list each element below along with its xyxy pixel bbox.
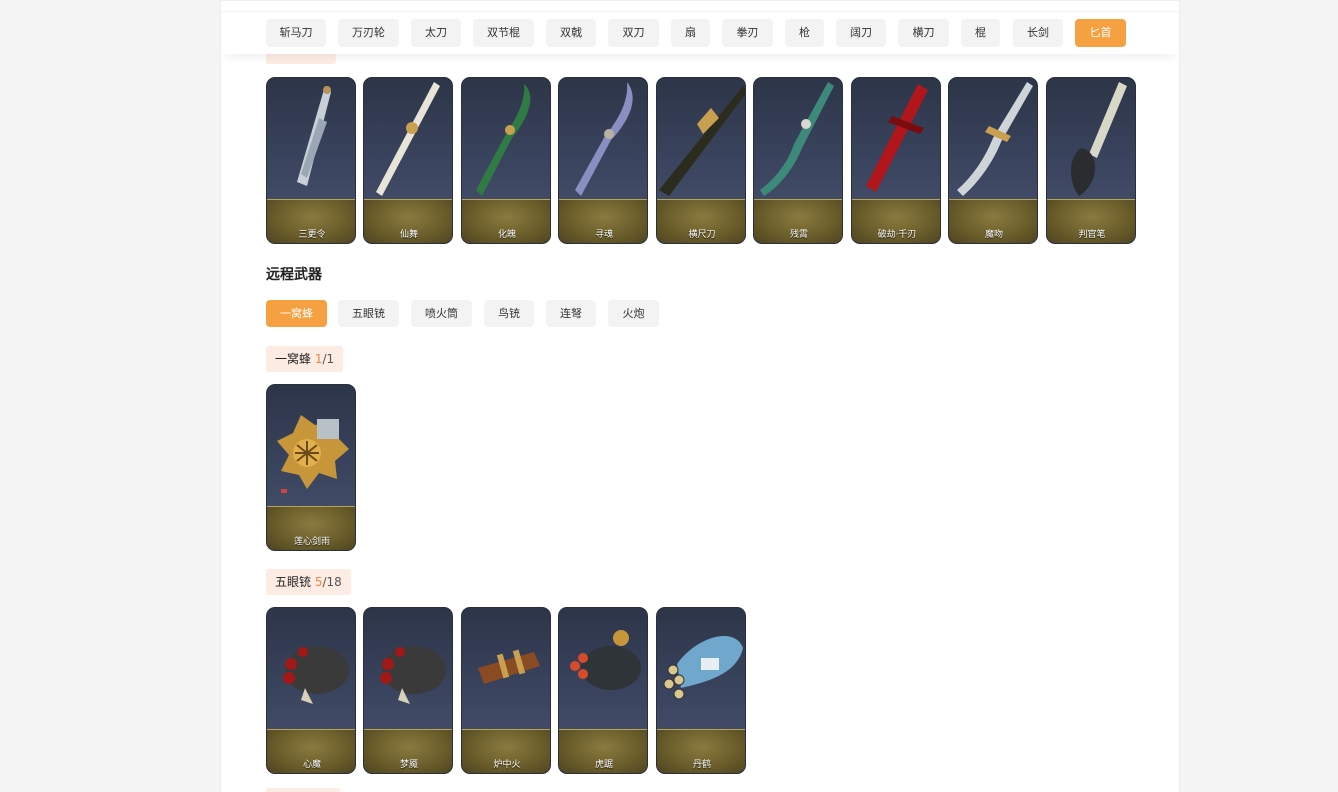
weapon-name: 虎踞 (594, 760, 613, 770)
divider (221, 11, 1179, 12)
tab-shuangdao[interactable]: 双刀 (608, 19, 659, 47)
tab-zhanmadao[interactable]: 斩马刀 (266, 19, 326, 47)
weapon-name: 魔吻 (984, 230, 1003, 240)
dagger-image (297, 86, 331, 186)
tab-penhuotong[interactable]: 喷火筒 (411, 300, 472, 327)
dagger-image (866, 84, 928, 192)
dagger-image (476, 84, 531, 196)
weapon-card[interactable]: 寻魂 (558, 77, 648, 244)
ranged-weapon-image (277, 415, 349, 493)
tab-changjian[interactable]: 长剑 (1013, 19, 1063, 47)
dagger-image (659, 86, 745, 196)
tab-gun[interactable]: 棍 (961, 19, 1000, 47)
tab-kuodao[interactable]: 阔刀 (836, 19, 886, 47)
weapon-card[interactable]: 虎踞 (558, 607, 648, 774)
weapon-card[interactable]: 莲心剑雨 (266, 384, 356, 551)
group-name: 一窝蜂 (275, 352, 312, 366)
dagger-image (376, 82, 440, 196)
ranged-weapon-image (283, 646, 349, 704)
next-group-label (266, 788, 340, 792)
tab-quanren[interactable]: 拳刃 (722, 19, 773, 47)
weapon-card[interactable]: 魔吻 (948, 77, 1038, 244)
weapon-card[interactable]: 横尺刀 (656, 77, 746, 244)
weapon-name: 破劫·千刃 (877, 230, 917, 240)
weapon-name: 莲心剑雨 (293, 537, 330, 547)
dagger-image (957, 82, 1033, 196)
weapon-card[interactable]: 丹鹤 (656, 607, 746, 774)
weapon-name: 炉中火 (493, 760, 521, 770)
tab-hengdao[interactable]: 横刀 (898, 19, 949, 47)
weapon-name: 梦魇 (399, 760, 418, 770)
weapon-card[interactable]: 心魔 (266, 607, 356, 774)
page-content: 斩马刀 万刃轮 太刀 双节棍 双戟 双刀 扇 拳刃 枪 阔刀 横刀 棍 长剑 匕… (220, 0, 1180, 792)
tab-wanrenlun[interactable]: 万刃轮 (338, 19, 399, 47)
weapon-card[interactable]: 仙舞 (363, 77, 453, 244)
tab-taidao[interactable]: 太刀 (411, 19, 461, 47)
section-title-ranged: 远程武器 (266, 267, 322, 283)
weapon-name: 化魄 (497, 230, 516, 240)
tab-wuyanchong[interactable]: 五眼铳 (338, 300, 399, 327)
weapon-card[interactable]: 破劫·千刃 (851, 77, 941, 244)
weapon-name: 残霄 (789, 230, 808, 240)
tab-shuangji[interactable]: 双戟 (546, 19, 596, 47)
ranged-weapon-image (570, 630, 641, 690)
tab-shuangjiegun[interactable]: 双节棍 (473, 19, 534, 47)
total-count: 18 (326, 575, 342, 589)
tab-yiwofeng[interactable]: 一窝蜂 (266, 300, 327, 327)
ranged-weapon-image (478, 649, 540, 684)
group-name: 五眼铳 (275, 575, 312, 589)
weapon-name: 丹鹤 (692, 760, 711, 770)
weapon-name: 仙舞 (399, 230, 418, 240)
group-label-yiwofeng: 一窝蜂 1/1 (266, 346, 344, 372)
dagger-image (1071, 82, 1127, 196)
tab-bishou[interactable]: 匕首 (1075, 19, 1126, 47)
tab-shan[interactable]: 扇 (671, 19, 710, 47)
total-count: 1 (326, 352, 335, 366)
weapon-card[interactable]: 化魄 (461, 77, 551, 244)
ranged-weapon-image (380, 646, 446, 704)
weapon-card[interactable]: 三更令 (266, 77, 356, 244)
weapon-name: 寻魂 (594, 230, 613, 240)
weapon-card[interactable]: 炉中火 (461, 607, 551, 774)
melee-tab-bar: 斩马刀 万刃轮 太刀 双节棍 双戟 双刀 扇 拳刃 枪 阔刀 横刀 棍 长剑 匕… (221, 0, 1179, 54)
group-label-wuyanchong: 五眼铳 5/18 (266, 569, 351, 595)
tab-qiang[interactable]: 枪 (785, 19, 824, 47)
weapon-name: 心魔 (302, 760, 321, 770)
tab-liannu[interactable]: 连弩 (546, 300, 596, 327)
dagger-image (760, 82, 834, 196)
weapon-name: 横尺刀 (688, 230, 716, 240)
weapon-card[interactable]: 残霄 (753, 77, 843, 244)
dagger-image (575, 82, 633, 196)
tab-huopao[interactable]: 火炮 (608, 300, 659, 327)
ranged-weapon-image (663, 636, 743, 700)
weapon-card[interactable]: 判官笔 (1046, 77, 1136, 244)
tab-niaochong[interactable]: 鸟铳 (484, 300, 534, 327)
weapon-name: 判官笔 (1078, 230, 1106, 240)
weapon-card[interactable]: 梦魇 (363, 607, 453, 774)
weapon-name: 三更令 (298, 230, 326, 240)
